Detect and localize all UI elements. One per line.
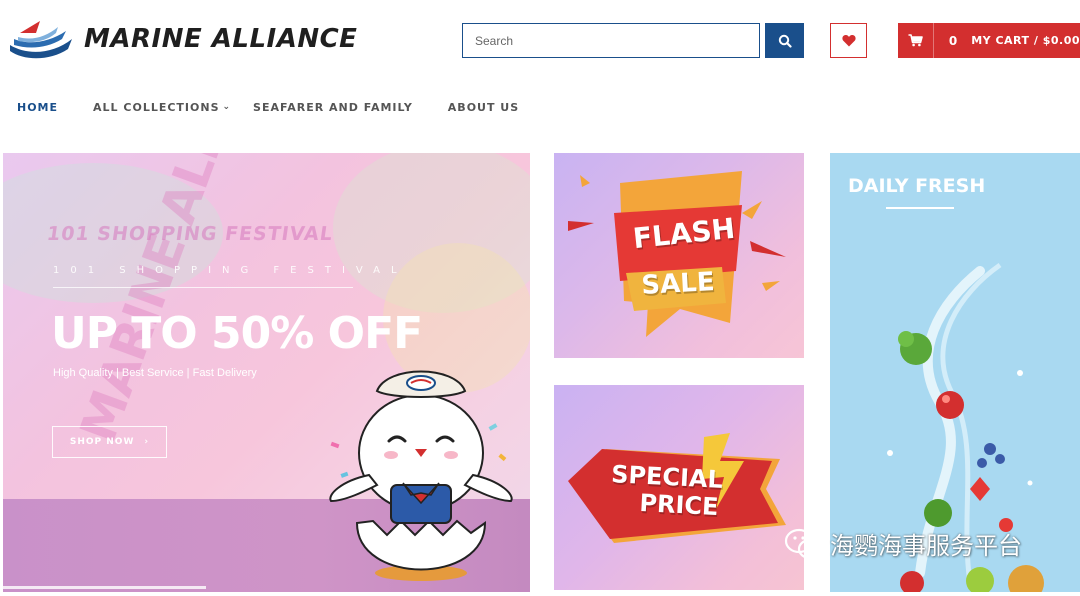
wechat-icon bbox=[784, 528, 823, 559]
search-icon bbox=[778, 34, 792, 48]
sale-label: SALE bbox=[640, 267, 716, 301]
heart-icon bbox=[841, 34, 856, 47]
page: MARINE ALLIANCE 0 MY CART / $0.00 HO bbox=[0, 0, 1080, 596]
special-price-banner[interactable]: SPECIAL PRICE bbox=[554, 385, 804, 590]
cart-total: MY CART / $0.00 bbox=[971, 34, 1080, 47]
hero-headline: UP TO 50% OFF bbox=[51, 308, 423, 359]
nav-item-home[interactable]: HOME bbox=[17, 101, 58, 114]
mascot-bird-image bbox=[329, 370, 513, 581]
cart-button[interactable]: 0 MY CART / $0.00 bbox=[898, 23, 1080, 58]
hero-subline: High Quality | Best Service | Fast Deliv… bbox=[53, 367, 257, 379]
hero-divider bbox=[53, 287, 353, 288]
watermark-text: 海鹦海事服务平台 bbox=[830, 532, 1022, 560]
nav-item-label: ALL COLLECTIONS bbox=[93, 100, 220, 114]
nav-item-seafarer-and-family[interactable]: SEAFARER AND FAMILY bbox=[253, 101, 413, 114]
nav-item-all-collections[interactable]: ALL COLLECTIONS ⌄ bbox=[93, 101, 231, 114]
chevron-down-icon: ⌄ bbox=[222, 102, 232, 112]
chevron-right-icon: › bbox=[144, 437, 150, 447]
hero-progress-line bbox=[3, 586, 206, 589]
main-nav: HOME ALL COLLECTIONS ⌄ SEAFARER AND FAMI… bbox=[0, 96, 519, 118]
search-button[interactable] bbox=[765, 23, 804, 58]
flash-sale-graphic bbox=[568, 171, 786, 337]
brand-logo[interactable]: MARINE ALLIANCE bbox=[6, 14, 357, 64]
watermark: 海鹦海事服务平台 bbox=[784, 526, 1022, 561]
shop-now-label: SHOP NOW bbox=[69, 437, 135, 447]
search-box bbox=[462, 23, 760, 58]
cart-icon bbox=[908, 34, 923, 47]
ship-logo-icon bbox=[10, 21, 72, 59]
search-input[interactable] bbox=[463, 24, 759, 57]
cart-count: 0 bbox=[948, 33, 958, 48]
hero-banner[interactable]: 101 SHOPPING FESTIVAL MARINE ALLIANCE 10… bbox=[3, 153, 530, 592]
shop-now-button[interactable]: SHOP NOW › bbox=[52, 426, 167, 458]
nav-item-about-us[interactable]: ABOUT US bbox=[448, 101, 519, 114]
cart-icon-wrap bbox=[898, 23, 934, 58]
flash-sale-banner[interactable]: FLASH SALE bbox=[554, 153, 804, 358]
wishlist-button[interactable] bbox=[830, 23, 867, 58]
hero-spaced-title: 101 SHOPPING FESTIVAL bbox=[53, 265, 408, 276]
brand-name: MARINE ALLIANCE bbox=[84, 24, 358, 54]
